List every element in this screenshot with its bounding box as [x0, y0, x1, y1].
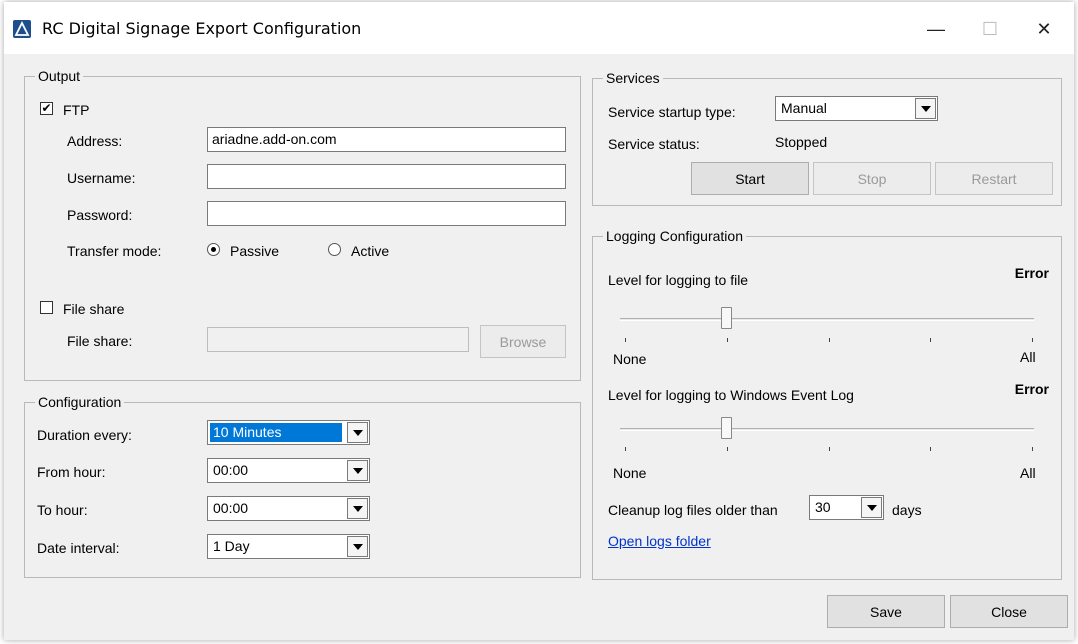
transfer-mode-label: Transfer mode: — [67, 243, 162, 259]
active-label: Active — [351, 243, 390, 259]
file-share-checkbox[interactable] — [40, 301, 53, 314]
output-group-title: Output — [35, 68, 84, 84]
file-log-tick — [625, 338, 626, 342]
services-group-title: Services — [603, 70, 663, 86]
maximize-icon: ☐ — [981, 18, 999, 39]
chevron-down-icon[interactable] — [915, 98, 936, 119]
password-label: Password: — [67, 207, 133, 223]
browse-button: Browse — [480, 325, 566, 358]
from-hour-label: From hour: — [37, 464, 106, 480]
cleanup-days-select[interactable]: 30 — [809, 495, 884, 520]
passive-label: Passive — [230, 243, 280, 259]
minimize-icon: — — [927, 18, 945, 39]
window-title: RC Digital Signage Export Configuration — [42, 19, 362, 38]
chevron-down-icon[interactable] — [347, 536, 368, 557]
close-window-button[interactable]: ✕ — [1022, 12, 1066, 46]
to-hour-value: 00:00 — [213, 500, 249, 516]
title-bar: RC Digital Signage Export Configuration … — [4, 2, 1074, 54]
duration-select[interactable]: 10 Minutes — [207, 420, 370, 445]
event-log-label: Level for logging to Windows Event Log — [608, 387, 854, 403]
file-share-check-label: File share — [63, 301, 125, 317]
open-logs-folder-link[interactable]: Open logs folder — [608, 533, 711, 549]
duration-label: Duration every: — [37, 427, 132, 443]
cleanup-label: Cleanup log files older than — [608, 502, 778, 518]
file-log-label: Level for logging to file — [608, 272, 749, 288]
to-hour-label: To hour: — [37, 502, 88, 518]
services-group: Services Service startup type: Manual Se… — [592, 70, 1062, 206]
save-button[interactable]: Save — [827, 595, 945, 628]
event-log-min-label: None — [613, 465, 647, 481]
event-log-tick — [1032, 447, 1033, 451]
app-icon — [13, 20, 31, 38]
startup-type-label: Service startup type: — [608, 104, 736, 120]
address-label: Address: — [67, 133, 123, 149]
startup-type-select[interactable]: Manual — [775, 96, 938, 121]
file-log-slider-thumb[interactable] — [721, 307, 732, 329]
event-log-tick — [829, 447, 830, 451]
configuration-group-title: Configuration — [35, 394, 125, 410]
password-input[interactable] — [207, 201, 566, 226]
passive-radio[interactable] — [207, 243, 220, 256]
active-radio[interactable] — [328, 243, 341, 256]
cleanup-days-value: 30 — [815, 499, 831, 515]
file-log-tick — [930, 338, 931, 342]
username-label: Username: — [67, 170, 136, 186]
file-log-tick — [1032, 338, 1033, 342]
file-log-slider-track — [620, 318, 1034, 321]
start-button[interactable]: Start — [691, 162, 809, 195]
service-status-label: Service status: — [608, 136, 700, 152]
close-button[interactable]: Close — [950, 595, 1068, 628]
address-input[interactable]: ariadne.add-on.com — [207, 127, 566, 152]
username-input[interactable] — [207, 164, 566, 189]
date-interval-value: 1 Day — [213, 538, 250, 554]
event-log-slider-thumb[interactable] — [721, 417, 732, 439]
file-log-min-label: None — [613, 351, 647, 367]
chevron-down-icon[interactable] — [347, 498, 368, 519]
event-log-slider-track — [620, 428, 1034, 431]
maximize-button[interactable]: ☐ — [968, 12, 1012, 46]
file-share-path-label: File share: — [67, 333, 133, 349]
date-interval-select[interactable]: 1 Day — [207, 534, 370, 559]
dialog-window: RC Digital Signage Export Configuration … — [4, 2, 1074, 640]
event-log-tick — [727, 447, 728, 451]
stop-button: Stop — [813, 162, 931, 195]
from-hour-select[interactable]: 00:00 — [207, 458, 370, 483]
restart-button: Restart — [935, 162, 1053, 195]
file-log-max-label: All — [1020, 349, 1036, 365]
chevron-down-icon[interactable] — [347, 422, 368, 443]
cleanup-unit: days — [892, 502, 922, 518]
file-share-input — [207, 327, 469, 352]
output-group: Output ✔ FTP Address: ariadne.add-on.com… — [24, 68, 581, 381]
logging-group: Logging Configuration Level for logging … — [592, 228, 1062, 580]
event-log-level: Error — [1014, 381, 1049, 397]
file-log-tick — [829, 338, 830, 342]
event-log-max-label: All — [1020, 465, 1036, 481]
date-interval-label: Date interval: — [37, 540, 120, 556]
event-log-tick — [625, 447, 626, 451]
minimize-button[interactable]: — — [914, 12, 958, 46]
from-hour-value: 00:00 — [213, 462, 249, 478]
configuration-group: Configuration Duration every: 10 Minutes… — [24, 394, 581, 578]
file-log-tick — [727, 338, 728, 342]
service-status-value: Stopped — [775, 134, 828, 150]
event-log-tick — [930, 447, 931, 451]
logging-group-title: Logging Configuration — [603, 228, 746, 244]
chevron-down-icon[interactable] — [861, 497, 882, 518]
ftp-checkbox[interactable]: ✔ — [40, 102, 53, 115]
file-log-level: Error — [1014, 265, 1049, 281]
to-hour-select[interactable]: 00:00 — [207, 496, 370, 521]
duration-value: 10 Minutes — [210, 423, 342, 442]
close-icon: ✕ — [1036, 18, 1052, 39]
startup-type-value: Manual — [781, 100, 827, 116]
chevron-down-icon[interactable] — [347, 460, 368, 481]
ftp-label: FTP — [63, 102, 90, 118]
